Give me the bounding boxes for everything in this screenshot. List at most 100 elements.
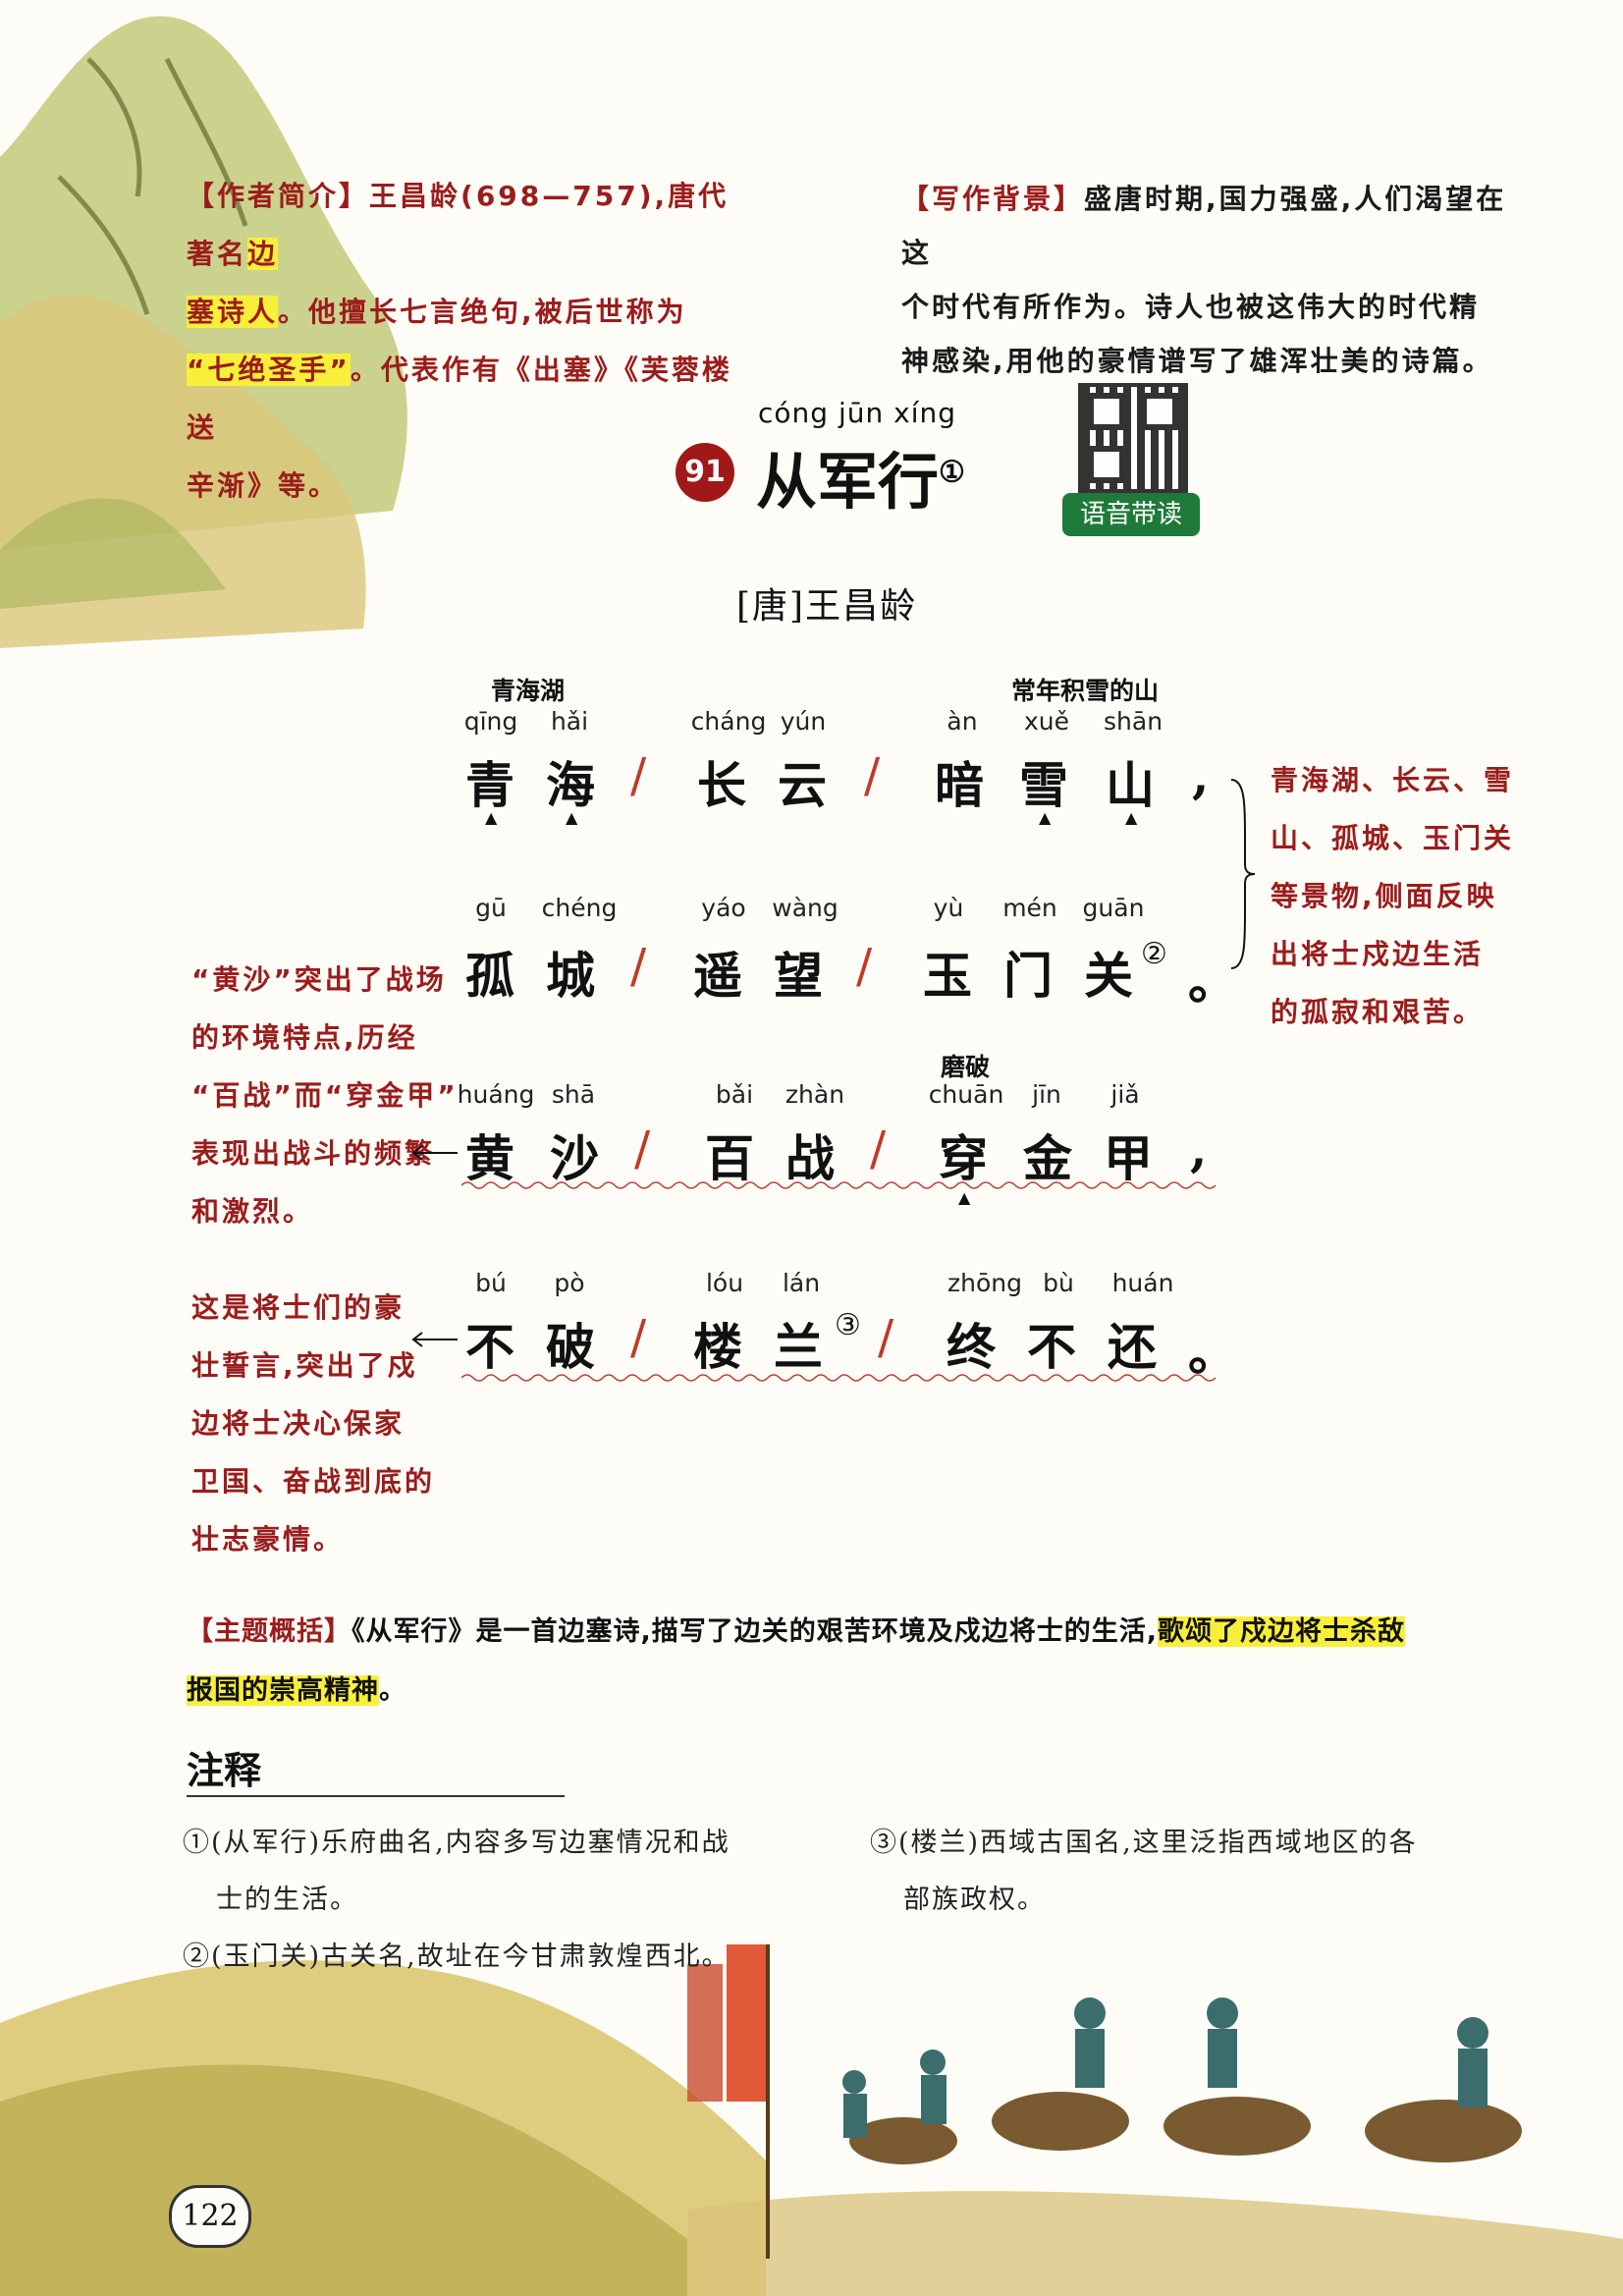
emphasis-dot: ▲ bbox=[566, 808, 578, 827]
pinyin-3-5: chuān bbox=[928, 1080, 1004, 1109]
poem-char: 雪 bbox=[1019, 756, 1068, 814]
pinyin-2-1: gū bbox=[475, 894, 507, 922]
page-number-badge: 122 bbox=[169, 2185, 251, 2248]
pinyin-2-5: yù bbox=[933, 894, 964, 922]
highlight-border-poet: 边 bbox=[247, 238, 279, 270]
note-left-2-line: 边将士决心保家 bbox=[191, 1407, 406, 1440]
note-left-1-line: 的环境特点,历经 bbox=[191, 1021, 418, 1054]
pinyin-2-3: yáo bbox=[701, 894, 746, 922]
poem-title-text: 从军行 bbox=[756, 446, 940, 518]
pinyin-3-6: jīn bbox=[1032, 1080, 1061, 1109]
poem-char: 兰 bbox=[774, 1318, 823, 1376]
poem-char: 遥 bbox=[693, 947, 742, 1005]
poem-punctuation: , bbox=[1192, 746, 1210, 804]
pinyin-1-7: shān bbox=[1104, 707, 1163, 736]
poem-char: 关 bbox=[1084, 947, 1133, 1005]
pinyin-3-3: bǎi bbox=[715, 1080, 754, 1109]
lesson-number: 91 bbox=[684, 455, 726, 489]
pinyin-1-1: qīng bbox=[463, 707, 518, 736]
poem-char: 云 bbox=[778, 756, 827, 814]
poem-author: [唐]王昌龄 bbox=[736, 586, 918, 627]
note-3-line-1: ③(楼兰)西域古国名,这里泛指西域地区的各 bbox=[870, 1828, 1418, 1858]
pinyin-3-2: shā bbox=[551, 1080, 596, 1109]
poem-char: 望 bbox=[774, 947, 823, 1005]
note-left-2: 这是将士们的豪 壮誓言,突出了戍 边将士决心保家 卫国、奋战到底的 壮志豪情。 bbox=[191, 1279, 447, 1568]
note-right-line: 的孤寂和艰苦。 bbox=[1271, 996, 1485, 1028]
pinyin-4-3: lóu bbox=[705, 1269, 744, 1297]
note-left-2-line: 壮志豪情。 bbox=[191, 1523, 345, 1556]
pinyin-2-7: guān bbox=[1082, 894, 1145, 922]
pinyin-4-6: bù bbox=[1043, 1269, 1074, 1297]
bracket-icon bbox=[1230, 779, 1256, 969]
note-left-1-line: 和激烈。 bbox=[191, 1195, 314, 1228]
pinyin-3-4: zhàn bbox=[784, 1080, 845, 1109]
poem-char: 还 bbox=[1108, 1318, 1157, 1376]
pinyin-4-7: huán bbox=[1111, 1269, 1174, 1297]
note-3: ③(楼兰)西域古国名,这里泛指西域地区的各 部族政权。 bbox=[870, 1815, 1518, 1929]
note-left-1: “黄沙”突出了战场 的环境特点,历经 “百战”而“穿金甲” 表现出战斗的频繁 和… bbox=[191, 951, 486, 1240]
poem-char: 终 bbox=[947, 1318, 996, 1376]
pinyin-4-1: bú bbox=[475, 1269, 507, 1297]
note-mark-3: ③ bbox=[835, 1308, 861, 1342]
emphasis-dot: ▲ bbox=[1125, 808, 1138, 827]
rhythm-slash: / bbox=[630, 748, 647, 803]
poem-char: 不 bbox=[465, 1318, 514, 1376]
theme-highlight-1: 歌颂了戍边将士杀敌 bbox=[1158, 1616, 1406, 1647]
audio-reading-label: 语音带读 bbox=[1079, 500, 1182, 529]
wavy-underline-line bbox=[461, 1374, 1217, 1382]
author-intro: 【作者简介】王昌龄(698—757),唐代著名边 塞诗人。他擅长七言绝句,被后世… bbox=[187, 167, 756, 515]
pinyin-1-6: xuě bbox=[1023, 707, 1070, 736]
note-2: ②(玉门关)古关名,故址在今甘肃敦煌西北。 bbox=[183, 1941, 730, 1972]
poem-char: 破 bbox=[546, 1318, 595, 1376]
pinyin-2-6: mén bbox=[1002, 894, 1057, 922]
annotation-snow-mountain: 常年积雪的山 bbox=[1011, 677, 1160, 705]
note-right-line: 出将士戍边生活 bbox=[1271, 938, 1485, 970]
pinyin-2-2: chéng bbox=[541, 894, 618, 922]
audio-reading-button[interactable]: 语音带读 bbox=[1062, 493, 1200, 536]
emphasis-dot: ▲ bbox=[485, 808, 498, 827]
pinyin-1-3: cháng bbox=[690, 707, 767, 736]
poem-title: 从军行① bbox=[756, 432, 965, 520]
note-right-line: 等景物,侧面反映 bbox=[1271, 880, 1497, 912]
emphasis-dot: ▲ bbox=[958, 1188, 971, 1207]
annotation-worn-out: 磨破 bbox=[941, 1053, 991, 1081]
rhythm-slash: / bbox=[856, 939, 873, 994]
note-left-1-line: “百战”而“穿金甲” bbox=[191, 1079, 459, 1112]
qr-code-icon[interactable] bbox=[1078, 383, 1188, 493]
rhythm-slash: / bbox=[878, 1310, 894, 1365]
pinyin-4-4: lán bbox=[782, 1269, 821, 1297]
note-right-line: 山、孤城、玉门关 bbox=[1271, 822, 1515, 854]
note-left-2-line: 卫国、奋战到底的 bbox=[191, 1465, 436, 1498]
pinyin-4-5: zhōng bbox=[947, 1269, 1022, 1297]
poem-char: 海 bbox=[546, 756, 595, 814]
page-number: 122 bbox=[182, 2199, 239, 2233]
pinyin-3-7: jiǎ bbox=[1110, 1080, 1140, 1109]
poem-char: 青 bbox=[465, 756, 514, 814]
title-pinyin: cóng jūn xíng bbox=[758, 397, 956, 429]
poem-line-4: bú pò lóu lán zhōng bù huán 不 破 / 楼 兰 ③ … bbox=[461, 1269, 1247, 1396]
lesson-number-badge: 91 bbox=[676, 443, 734, 502]
title-note-mark: ① bbox=[939, 455, 965, 490]
background-text-2: 个时代有所作为。诗人也被这伟大的时代精 bbox=[901, 291, 1481, 323]
poem-line-3: huáng shā bǎi zhàn chuān jīn jiǎ 黄 沙 / 百… bbox=[458, 1080, 1247, 1228]
arrow-left-icon bbox=[411, 1145, 458, 1161]
poem-line-2: gū chéng yáo wàng yù mén guān 孤 城 / 遥 望 … bbox=[461, 894, 1247, 1011]
theme-end: 。 bbox=[379, 1675, 406, 1706]
note-left-1-line: “黄沙”突出了战场 bbox=[191, 963, 447, 996]
annotation-qinghai-lake: 青海湖 bbox=[491, 677, 566, 705]
emphasis-dot: ▲ bbox=[1039, 808, 1052, 827]
writing-background: 【写作背景】盛唐时期,国力强盛,人们渴望在这 个时代有所作为。诗人也被这伟大的时… bbox=[901, 172, 1530, 388]
theme-summary: 【主题概括】《从军行》是一首边塞诗,描写了边关的艰苦环境及戍边将士的生活,歌颂了… bbox=[187, 1603, 1502, 1721]
highlight-qijue-shengshou: “七绝圣手” bbox=[187, 354, 351, 386]
theme-label: 【主题概括】 bbox=[187, 1616, 352, 1647]
poem-char: 玉 bbox=[923, 947, 972, 1005]
poem-char: 楼 bbox=[693, 1318, 742, 1376]
note-1: ①(从军行)乐府曲名,内容多写边塞情况和战 士的生活。 ②(玉门关)古关名,故址… bbox=[183, 1815, 850, 1986]
wavy-underline-line bbox=[461, 1181, 1217, 1189]
note-right: 青海湖、长云、雪 山、孤城、玉门关 等景物,侧面反映 出将士戍边生活 的孤寂和艰… bbox=[1271, 751, 1595, 1041]
author-intro-text-2: 。他擅长七言绝句,被后世称为 bbox=[278, 296, 687, 328]
note-left-2-line: 这是将士们的豪 bbox=[191, 1291, 406, 1324]
notes-divider bbox=[187, 1795, 565, 1797]
author-intro-text-4: 辛渐》等。 bbox=[187, 469, 340, 502]
background-text-3: 神感染,用他的豪情谱写了雄浑壮美的诗篇。 bbox=[901, 345, 1493, 377]
